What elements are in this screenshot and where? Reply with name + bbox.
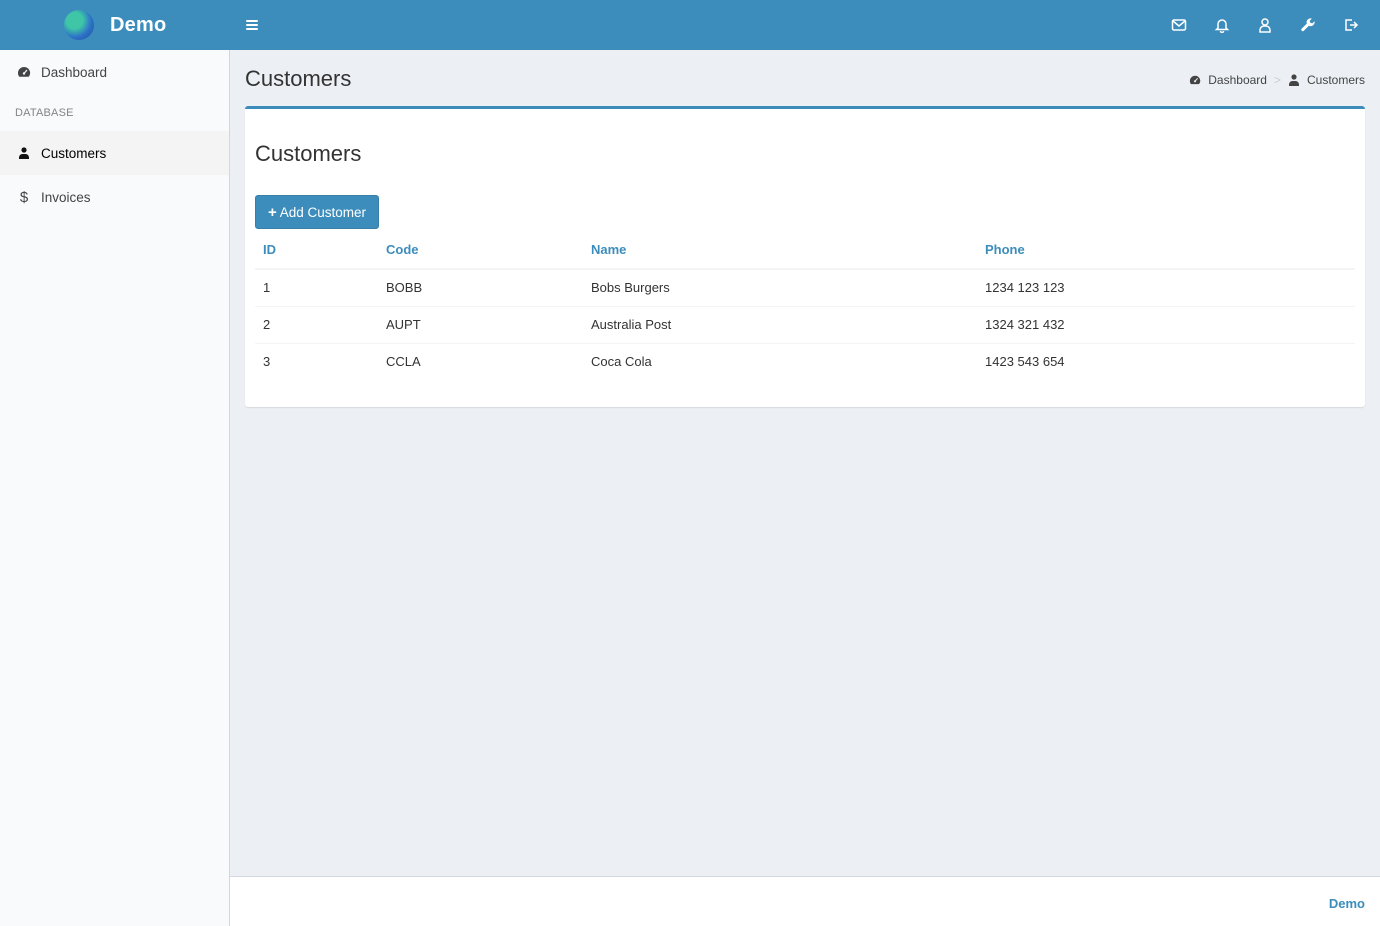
sidebar-item-label: Dashboard bbox=[41, 64, 108, 80]
envelope-icon bbox=[1171, 19, 1186, 31]
sidebar-section-header: DATABASE bbox=[0, 94, 229, 131]
table-row[interactable]: 3 CCLA Coca Cola 1423 543 654 bbox=[255, 343, 1355, 380]
user-icon bbox=[17, 146, 31, 160]
sidebar-item-customers[interactable]: Customers bbox=[0, 131, 229, 175]
tachometer-icon bbox=[1190, 75, 1201, 85]
breadcrumb-label: Customers bbox=[1306, 73, 1365, 87]
sign-out-icon bbox=[1344, 19, 1358, 31]
breadcrumb-separator: > bbox=[1273, 73, 1281, 87]
add-customer-button[interactable]: + Add Customer bbox=[255, 195, 380, 229]
cell-name: Coca Cola bbox=[591, 354, 652, 370]
add-customer-label: Add Customer bbox=[279, 204, 367, 220]
wrench-icon bbox=[1300, 18, 1315, 32]
breadcrumb: Dashboard > Customers bbox=[1189, 73, 1365, 87]
content-header: Customers Dashboard > Customers bbox=[245, 50, 1365, 106]
user-icon bbox=[1258, 18, 1271, 33]
cell-code: AUPT bbox=[378, 306, 583, 344]
column-header-name[interactable]: Name bbox=[583, 231, 977, 270]
cell-name: Bobs Burgers bbox=[583, 269, 977, 307]
cell-id: 3 bbox=[263, 354, 271, 370]
sidebar: Dashboard DATABASE Customers $ Invoices bbox=[0, 50, 230, 926]
cell-code: CCLA bbox=[386, 354, 421, 370]
page-title: Customers bbox=[245, 66, 352, 91]
breadcrumb-dashboard-link[interactable]: Dashboard bbox=[1189, 73, 1267, 87]
messages-button[interactable] bbox=[1157, 0, 1200, 50]
tachometer-icon bbox=[17, 65, 31, 79]
dollar-icon: $ bbox=[19, 188, 29, 206]
customers-table: ID Code Name Phone 1 BOBB Bobs Burgers 1… bbox=[255, 231, 1355, 380]
sidebar-item-label: Customers bbox=[41, 145, 107, 161]
footer-demo-link[interactable]: Demo bbox=[1329, 896, 1365, 911]
customers-box: Customers + Add Customer ID Code Name Ph… bbox=[245, 106, 1365, 407]
column-header-code[interactable]: Code bbox=[378, 231, 583, 270]
cell-phone: 1423 543 654 bbox=[985, 354, 1065, 370]
user-account-button[interactable] bbox=[1243, 0, 1286, 50]
cell-name: Australia Post bbox=[583, 306, 977, 344]
cell-code: BOBB bbox=[378, 269, 583, 307]
bell-icon bbox=[1214, 19, 1229, 33]
settings-button[interactable] bbox=[1286, 0, 1329, 50]
column-header-phone[interactable]: Phone bbox=[977, 231, 1355, 270]
column-header-id[interactable]: ID bbox=[255, 231, 378, 270]
sidebar-toggle-button[interactable] bbox=[230, 0, 274, 50]
notifications-button[interactable] bbox=[1200, 0, 1243, 50]
sidebar-item-label: Invoices bbox=[41, 189, 91, 205]
brand-logo-link[interactable]: Demo bbox=[0, 0, 230, 50]
plus-icon: + bbox=[268, 203, 277, 221]
table-header-row: ID Code Name Phone bbox=[255, 231, 1355, 270]
hamburger-icon bbox=[246, 20, 258, 30]
table-row[interactable]: 1 BOBB Bobs Burgers 1234 123 123 bbox=[255, 269, 1355, 307]
main-footer: Demo bbox=[230, 876, 1380, 926]
box-title: Customers bbox=[255, 141, 362, 166]
sign-out-button[interactable] bbox=[1329, 0, 1372, 50]
cell-id: 1 bbox=[255, 269, 378, 307]
breadcrumb-label: Dashboard bbox=[1208, 73, 1267, 87]
brand-name: Demo bbox=[110, 13, 167, 36]
cell-phone: 1234 123 123 bbox=[977, 269, 1355, 307]
cell-id: 2 bbox=[255, 306, 378, 344]
globe-logo-icon bbox=[64, 10, 94, 40]
sidebar-item-dashboard[interactable]: Dashboard bbox=[0, 50, 229, 94]
sidebar-item-invoices[interactable]: $ Invoices bbox=[0, 175, 229, 219]
top-navbar: Demo bbox=[0, 0, 1380, 50]
user-icon bbox=[1288, 74, 1299, 86]
breadcrumb-current: Customers bbox=[1288, 73, 1365, 87]
table-row[interactable]: 2 AUPT Australia Post 1324 321 432 bbox=[255, 306, 1355, 344]
cell-phone: 1324 321 432 bbox=[977, 306, 1355, 344]
navbar-right-menu bbox=[1157, 0, 1380, 50]
